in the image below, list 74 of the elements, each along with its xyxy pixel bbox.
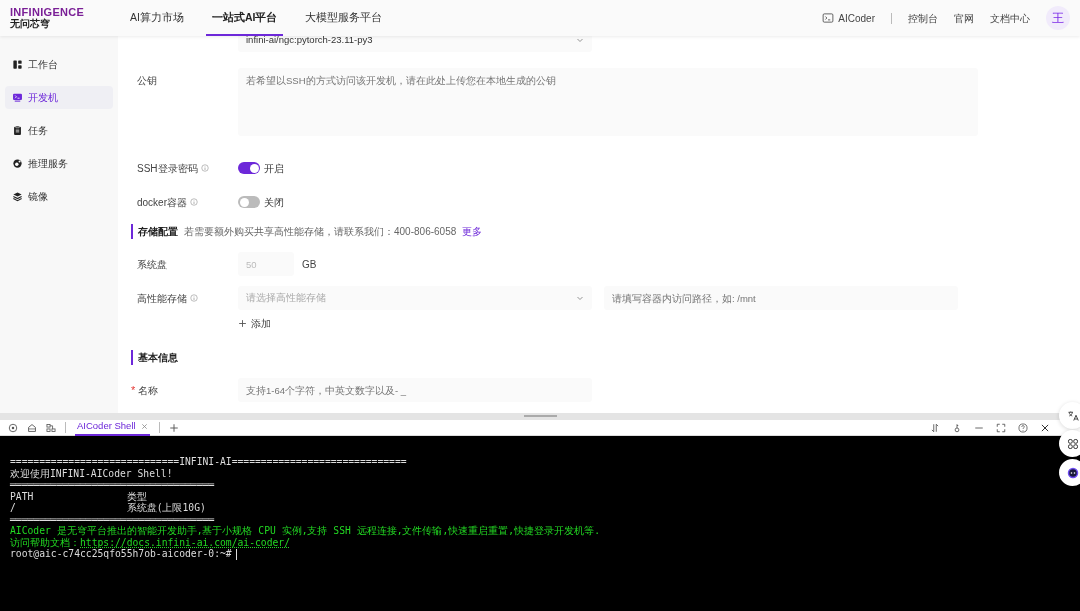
key-icon[interactable] xyxy=(952,422,962,433)
terminal-line: ═══════════════════════════════════ xyxy=(10,479,216,491)
transfer-icon[interactable] xyxy=(930,422,940,433)
sidebar-item[interactable]: 推理服务 xyxy=(5,152,113,175)
translate-icon[interactable] xyxy=(1066,409,1079,422)
terminal-line: =============================INFINI-AI============================== xyxy=(10,456,408,468)
terminal-line: PATH 类型 xyxy=(10,490,148,502)
terminal-icon xyxy=(822,12,835,24)
header-link[interactable]: 官网 xyxy=(954,10,974,26)
sidebar-item[interactable]: 镜像 xyxy=(5,185,113,208)
text-field[interactable]: 支持1-64个字符，中英文数字以及- _ xyxy=(238,378,592,402)
plus-icon[interactable] xyxy=(168,422,179,433)
service-icon xyxy=(12,158,23,169)
terminal-prompt: root@aic-c74cc25qfo55h7ob-aicoder-0:~# xyxy=(10,548,1070,560)
toggle-switch[interactable] xyxy=(238,162,260,174)
target-icon[interactable] xyxy=(8,422,18,433)
required-asterisk: * xyxy=(131,382,136,398)
help-icon[interactable] xyxy=(1018,422,1028,433)
section-title: 存储配置 xyxy=(131,224,178,239)
terminal-line: 访问帮助文档：https://docs.infini-ai.com/ai-coder/ xyxy=(10,536,291,548)
field-label: 高性能存储 xyxy=(137,291,187,306)
field-label: 系统盘 xyxy=(137,257,167,272)
chevron-down-icon xyxy=(576,294,584,302)
info-icon xyxy=(190,198,198,206)
network-icon[interactable] xyxy=(46,422,56,433)
header-link[interactable]: 文档中心 xyxy=(990,10,1030,26)
resize-handle[interactable] xyxy=(523,415,557,417)
close-icon xyxy=(140,423,148,430)
section-note: 若需要额外购买共享高性能存储，请联系我们：400-806-6058 xyxy=(184,225,457,239)
plus-icon xyxy=(238,319,247,328)
close-icon[interactable] xyxy=(1040,422,1050,433)
header-link[interactable]: 控制台 xyxy=(908,10,938,26)
info-icon xyxy=(200,164,209,172)
more-link[interactable]: 更多 xyxy=(462,224,483,239)
sidebar-item[interactable]: 开发机 xyxy=(5,86,113,109)
sidebar-item[interactable]: 任务 xyxy=(5,119,113,142)
field-label: 名称 xyxy=(138,383,159,398)
terminal-line: AICoder 是无穹平台推出的智能开发助手,基于小规格 CPU 实例,支持 SSH 远程连接,文件传输,快速重启重置,快捷登录开发机等. xyxy=(10,525,601,537)
field-label: 公钥 xyxy=(137,73,157,88)
field-label: SSH登录密码 xyxy=(137,161,198,176)
select-field[interactable]: infini-ai/ngc:pytorch-23.11-py3 xyxy=(238,36,592,52)
select-placeholder: 请选择高性能存储 xyxy=(246,290,326,305)
logo-text: INFINIGENCE xyxy=(10,7,86,18)
sidebar-item[interactable]: 工作台 xyxy=(5,53,113,76)
bot-icon[interactable] xyxy=(1066,466,1079,479)
home-icon[interactable] xyxy=(27,422,37,433)
field-label: docker容器 xyxy=(137,195,187,210)
logo-subtitle: 无问芯穹 xyxy=(10,18,51,29)
unit-label: GB xyxy=(302,257,317,272)
terminal-line: / 系统盘(上限10G) xyxy=(10,502,207,514)
switch-label: 关闭 xyxy=(264,195,284,210)
textarea-field[interactable]: 若希望以SSH的方式访问该开发机，请在此处上传您在本地生成的公钥 xyxy=(238,68,978,136)
terminal-line: ═══════════════════════════════════ xyxy=(10,513,216,525)
aicoder-button[interactable]: AICoder xyxy=(822,10,875,26)
select-value: infini-ai/ngc:pytorch-23.11-py3 xyxy=(246,36,373,47)
path-field[interactable]: 请填写容器内访问路径，如: /mnt xyxy=(604,286,958,310)
info-icon xyxy=(190,294,198,302)
grid-icon[interactable] xyxy=(1066,437,1079,450)
layers-icon xyxy=(12,191,23,202)
text-cursor xyxy=(235,548,237,560)
user-avatar[interactable]: 王 xyxy=(1046,6,1070,30)
switch-label: 开启 xyxy=(264,161,284,176)
nav-tab[interactable]: AI算力市场 xyxy=(124,0,190,36)
toggle-switch[interactable] xyxy=(238,196,260,208)
clipboard-icon xyxy=(12,125,23,136)
dashboard-icon xyxy=(12,59,23,70)
chevron-down-icon xyxy=(576,36,584,44)
terminal-line: 欢迎使用INFINI-AICoder Shell! xyxy=(10,467,174,479)
nav-tab[interactable]: 大模型服务平台 xyxy=(299,0,389,36)
help-link[interactable]: https://docs.infini-ai.com/ai-coder/ xyxy=(80,536,290,548)
section-title: 基本信息 xyxy=(131,350,178,365)
add-button[interactable]: 添加 xyxy=(238,316,271,331)
terminal-icon xyxy=(12,92,23,103)
fullscreen-icon[interactable] xyxy=(996,422,1006,433)
